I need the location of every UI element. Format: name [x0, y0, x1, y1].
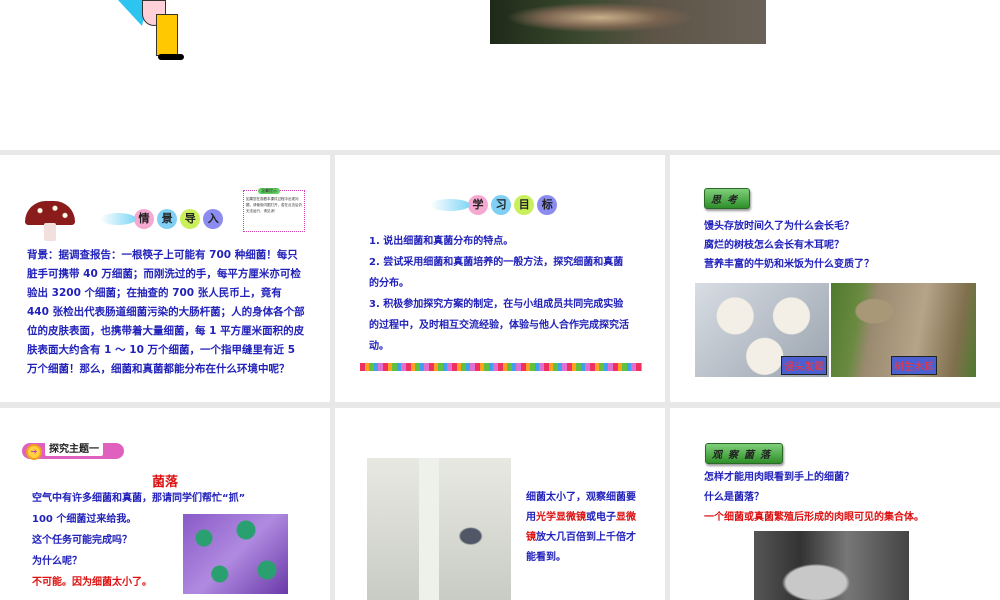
electron-microscope-image	[367, 458, 511, 600]
microscope-text: 细菌太小了，观察细菌要用光学显微镜或电子显微镜放大几百倍到上千倍才能看到。	[526, 488, 638, 568]
title-char: 情	[134, 209, 154, 229]
text-line: 空气中有许多细菌和真菌，那请同学们帮忙“抓”	[32, 493, 246, 504]
slide-thumbnail-goals[interactable]: 学 习 目 标 1. 说出细菌和真菌分布的特点。 2. 尝试采用细菌和真菌培养的…	[335, 155, 665, 402]
slide-thumbnail-intro[interactable]: 情 景 导 入 温馨提示 如果您在观看本课件过程中出现问题，请使用闪图打开，若在…	[0, 155, 330, 402]
flower-border-decoration	[360, 363, 642, 371]
title-char: 目	[514, 195, 535, 215]
cartoon-figure-image	[110, 0, 210, 62]
title-char: 景	[157, 209, 178, 229]
arrow-icon: ➔	[26, 444, 42, 460]
colony-text: 怎样才能用肉眼看到手上的细菌？ 什么是菌落？ 一个细菌或真菌繁殖后形成的肉眼可见…	[704, 468, 924, 528]
note-box: 温馨提示 如果您在观看本课件过程中出现问题，请使用闪图打开，若在点击后仍无法运行…	[243, 188, 305, 232]
slide-thumbnail-microscope[interactable]: 细菌太小了，观察细菌要用光学显微镜或电子显微镜放大几百倍到上千倍才能看到。	[335, 408, 665, 600]
note-title: 温馨提示	[258, 188, 280, 194]
slide-thumbnail-colony[interactable]: 观察菌落 怎样才能用肉眼看到手上的细菌？ 什么是菌落？ 一个细菌或真菌繁殖后形成…	[670, 408, 1000, 600]
think-questions: 馒头存放时间久了为什么会长毛？ 腐烂的树枝怎么会长有木耳呢？ 营养丰富的牛奶和米…	[704, 217, 874, 274]
observe-tag: 观察菌落	[705, 443, 783, 464]
goals-list: 1. 说出细菌和真菌分布的特点。 2. 尝试采用细菌和真菌培养的一般方法，探究细…	[369, 231, 629, 357]
slide-thumbnail-previous[interactable]	[0, 0, 1000, 150]
goal-item: 2. 尝试采用细菌和真菌培养的一般方法，探究细菌和真菌的分布。	[369, 257, 624, 289]
text-part: 放大几百倍到上千倍才能看到。	[526, 532, 636, 563]
image-caption: 树生木耳	[891, 356, 937, 375]
topic-label: 探究主题一	[45, 439, 103, 456]
highlight-optical-microscope: 光学显微镜	[536, 512, 586, 523]
mushroom-icon	[25, 201, 75, 243]
title-char: 学	[468, 195, 488, 215]
title-char: 入	[203, 209, 224, 229]
title-char: 导	[180, 209, 201, 229]
text-part: 或电子	[586, 512, 616, 523]
section-title-intro: 情 景 导 入	[100, 207, 224, 229]
think-tag: 思考	[704, 188, 750, 209]
question: 营养丰富的牛奶和米饭为什么变质了？	[704, 259, 874, 270]
image-caption: 馒头发霉	[781, 356, 827, 375]
hand-washing-image	[754, 531, 909, 600]
goal-item: 1. 说出细菌和真菌分布的特点。	[369, 236, 514, 247]
wood-ear-image: 树生木耳	[831, 283, 976, 377]
answer-text: 一个细菌或真菌繁殖后形成的肉眼可见的集合体。	[704, 512, 924, 523]
goal-item: 3. 积极参加探究方案的制定，在与小组成员共同完成实验的过程中，及时相互交流经验…	[369, 299, 629, 352]
question: 腐烂的树枝怎么会长有木耳呢？	[704, 240, 844, 251]
bacteria-image	[183, 514, 288, 594]
question: 什么是菌落？	[704, 492, 764, 503]
question: 馒头存放时间久了为什么会长毛？	[704, 221, 854, 232]
moldy-bun-image: 馒头发霉	[695, 283, 829, 377]
section-title-goals: 学 习 目 标	[430, 193, 558, 215]
title-char: 标	[537, 195, 558, 215]
note-body: 如果您在观看本课件过程中出现问题，请使用闪图打开，若在点击后仍无法运行，请见谅！	[246, 197, 302, 213]
slide-thumbnail-think[interactable]: 思考 馒头存放时间久了为什么会长毛？ 腐烂的树枝怎么会长有木耳呢？ 营养丰富的牛…	[670, 155, 1000, 402]
intro-body-text: 背景：据调查报告：一根筷子上可能有 700 种细菌！每只脏手可携带 40 万细菌…	[27, 249, 305, 375]
slide-thumbnail-topic1[interactable]: ➔ 探究主题一 菌落 空气中有许多细菌和真菌，那请同学们帮忙“抓” 100 个细…	[0, 408, 330, 600]
question: 怎样才能用肉眼看到手上的细菌？	[704, 472, 854, 483]
tree-fungus-image	[490, 0, 766, 44]
title-char: 习	[491, 195, 512, 215]
